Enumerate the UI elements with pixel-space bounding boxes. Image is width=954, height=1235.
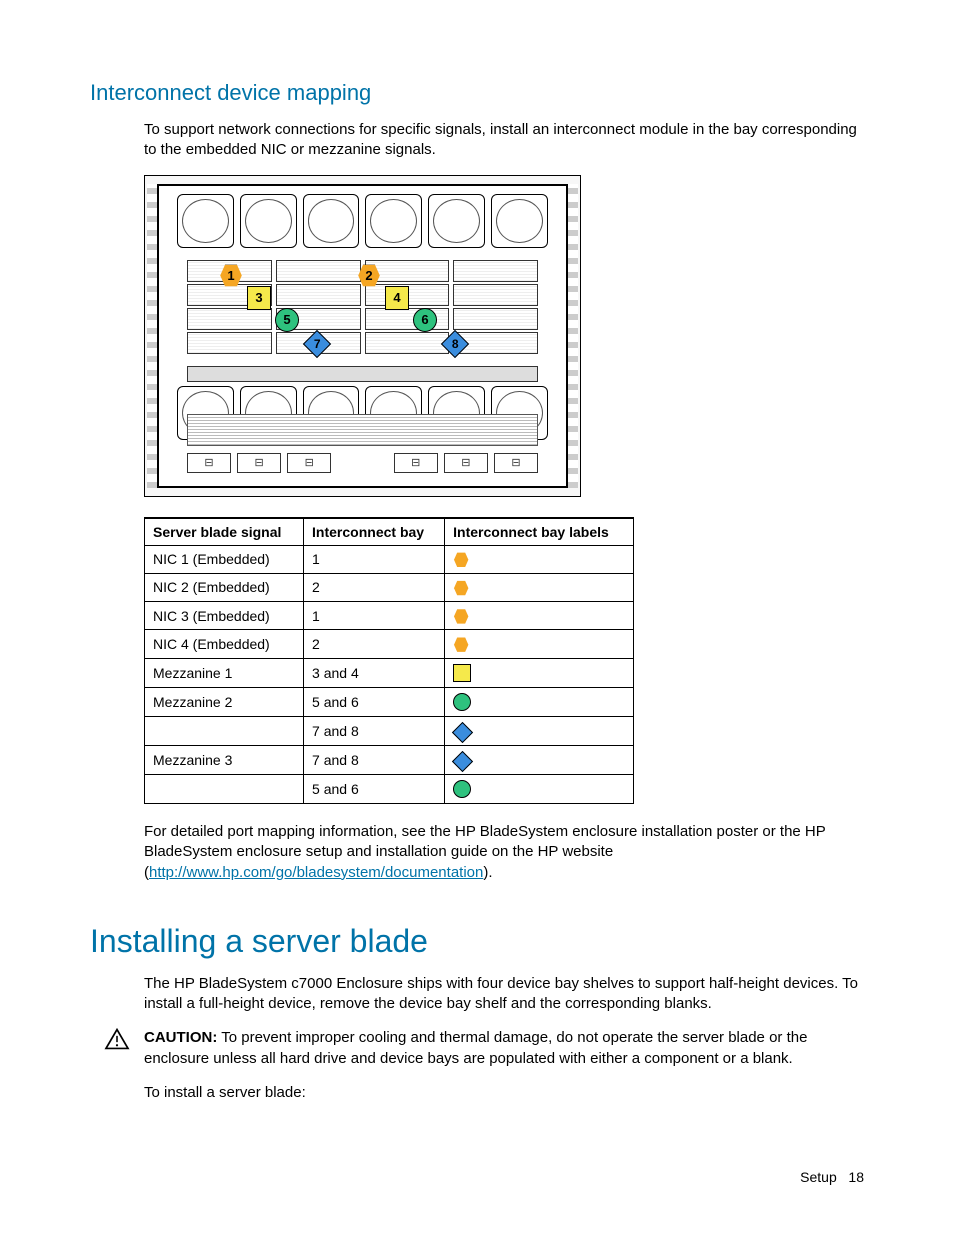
intro-paragraph: To support network connections for speci… (144, 120, 864, 161)
table-row: NIC 1 (Embedded)1 (145, 545, 634, 573)
col-header-signal: Server blade signal (145, 518, 304, 546)
cell-label-shape (445, 687, 634, 716)
caution-label: CAUTION: (144, 1029, 217, 1046)
table-row: Mezzanine 37 and 8 (145, 746, 634, 775)
cell-bay: 2 (304, 573, 445, 601)
bay-marker-5: 5 (275, 308, 299, 332)
cell-signal: NIC 2 (Embedded) (145, 573, 304, 601)
cell-label-shape (445, 545, 634, 573)
cell-label-shape (445, 717, 634, 746)
table-row: NIC 4 (Embedded)2 (145, 630, 634, 658)
bay-marker-3: 3 (247, 286, 271, 310)
cell-bay: 2 (304, 630, 445, 658)
cell-bay: 1 (304, 545, 445, 573)
table-row: 5 and 6 (145, 774, 634, 803)
cell-label-shape (445, 630, 634, 658)
table-row: Mezzanine 25 and 6 (145, 687, 634, 716)
circle-shape-icon (453, 780, 471, 798)
cell-label-shape (445, 602, 634, 630)
cell-label-shape (445, 573, 634, 601)
footer-page-number: 18 (848, 1169, 864, 1185)
installing-paragraph-2: To install a server blade: (144, 1083, 864, 1103)
cell-bay: 5 and 6 (304, 774, 445, 803)
cell-signal: Mezzanine 1 (145, 658, 304, 687)
cell-bay: 7 and 8 (304, 746, 445, 775)
col-header-labels: Interconnect bay labels (445, 518, 634, 546)
diamond-shape-icon (452, 751, 473, 772)
hex-shape-icon (453, 552, 469, 568)
caution-text: To prevent improper cooling and thermal … (144, 1029, 807, 1066)
caution-note: CAUTION: To prevent improper cooling and… (104, 1028, 864, 1069)
cell-bay: 1 (304, 602, 445, 630)
interconnect-mapping-table: Server blade signal Interconnect bay Int… (144, 517, 634, 805)
bay-marker-4: 4 (385, 286, 409, 310)
cell-signal (145, 774, 304, 803)
enclosure-diagram: 1 2 3 4 5 6 7 8 (144, 175, 864, 497)
installing-paragraph-1: The HP BladeSystem c7000 Enclosure ships… (144, 974, 864, 1015)
cell-signal: Mezzanine 2 (145, 687, 304, 716)
cell-bay: 7 and 8 (304, 717, 445, 746)
section-heading-interconnect: Interconnect device mapping (90, 80, 864, 106)
col-header-bay: Interconnect bay (304, 518, 445, 546)
table-row: NIC 2 (Embedded)2 (145, 573, 634, 601)
cell-bay: 3 and 4 (304, 658, 445, 687)
hex-shape-icon (453, 580, 469, 596)
cell-label-shape (445, 658, 634, 687)
square-shape-icon (453, 664, 471, 682)
circle-shape-icon (453, 693, 471, 711)
table-row: Mezzanine 13 and 4 (145, 658, 634, 687)
diamond-shape-icon (452, 722, 473, 743)
section-heading-installing: Installing a server blade (90, 923, 864, 960)
table-row: 7 and 8 (145, 717, 634, 746)
cell-signal: NIC 3 (Embedded) (145, 602, 304, 630)
footer-section: Setup (800, 1169, 837, 1185)
caution-icon (104, 1028, 130, 1056)
cell-signal (145, 717, 304, 746)
cell-signal: NIC 1 (Embedded) (145, 545, 304, 573)
page-footer: Setup 18 (800, 1169, 864, 1185)
documentation-link[interactable]: http://www.hp.com/go/bladesystem/documen… (149, 864, 483, 881)
cell-label-shape (445, 774, 634, 803)
table-row: NIC 3 (Embedded)1 (145, 602, 634, 630)
cell-bay: 5 and 6 (304, 687, 445, 716)
cell-signal: NIC 4 (Embedded) (145, 630, 304, 658)
hex-shape-icon (453, 637, 469, 653)
cell-signal: Mezzanine 3 (145, 746, 304, 775)
bay-marker-6: 6 (413, 308, 437, 332)
hex-shape-icon (453, 608, 469, 624)
cell-label-shape (445, 746, 634, 775)
after-table-paragraph: For detailed port mapping information, s… (144, 822, 864, 883)
